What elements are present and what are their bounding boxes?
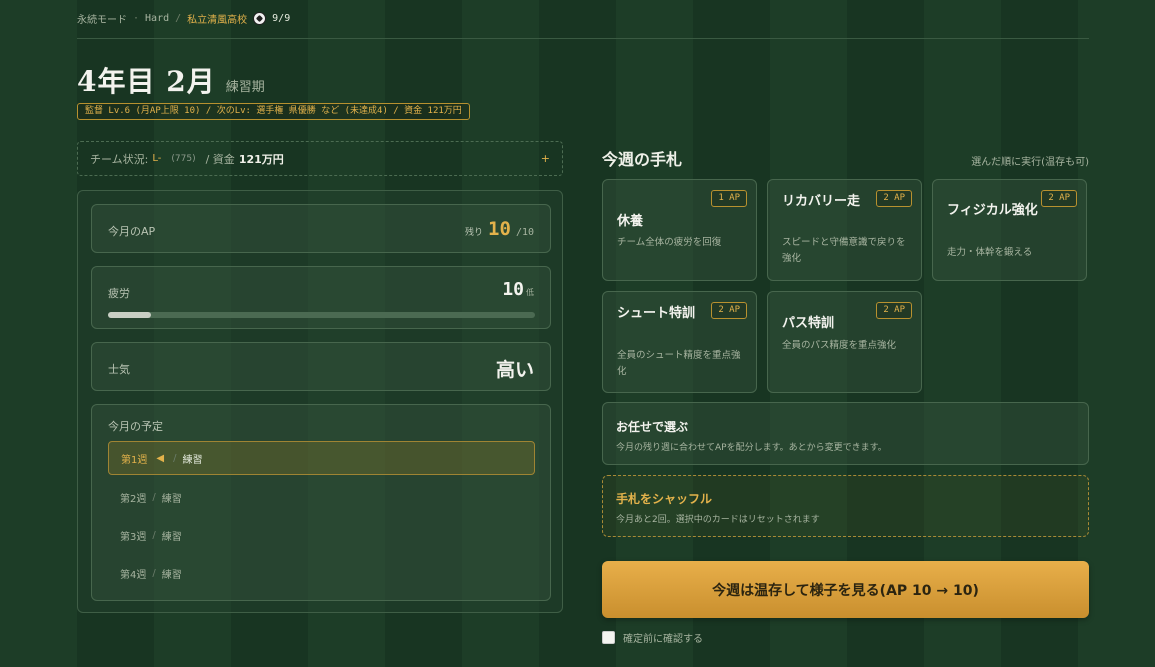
schedule-week-4[interactable]: 第4週 / 練習 [108, 556, 535, 590]
card-name: 休養 [617, 214, 644, 229]
card-cost-badge: 2 AP [711, 302, 747, 319]
schedule-label: 今月の予定 [108, 420, 163, 433]
week-separator: / [152, 529, 156, 541]
card-cost-badge: 2 AP [1041, 190, 1077, 207]
card-description: スピードと守備意識で戻りを強化 [782, 237, 906, 264]
fatigue-value: 10 [502, 279, 524, 300]
week-activity: 練習 [182, 454, 203, 466]
week-label: 第2週 [120, 493, 147, 505]
confirm-checkbox[interactable] [602, 631, 615, 644]
card-name: リカバリー走 [782, 194, 861, 209]
week-activity: 練習 [161, 493, 182, 505]
fatigue-unit: 低 [526, 288, 534, 297]
fatigue-bar-fill [108, 312, 151, 318]
schedule-week-1[interactable]: 第1週 ◀ / 練習 [108, 441, 535, 475]
school-name[interactable]: 私立清風高校 [187, 11, 247, 26]
soccer-ball-icon [253, 11, 267, 25]
morale-card: 士気 高い [91, 342, 551, 391]
ap-remaining: 10 [488, 218, 511, 240]
ap-total: /10 [515, 227, 534, 238]
card-rest[interactable]: 1 AP 休養 チーム全体の疲労を回復 [602, 179, 757, 281]
progress-count: 9/9 [272, 12, 291, 24]
card-recovery-run[interactable]: 2 AP リカバリー走 スピードと守備意識で戻りを強化 [767, 179, 922, 281]
card-description: 走力・体幹を鍛える [947, 247, 1033, 258]
week-separator: / [173, 452, 177, 464]
money-label: / 資金 [205, 152, 235, 166]
card-description: チーム全体の疲労を回復 [617, 237, 722, 248]
separator-dot: · [133, 12, 140, 24]
card-shooting-drill[interactable]: 2 AP シュート特訓 全員のシュート精度を重点強化 [602, 291, 757, 393]
ap-label: 今月のAP [108, 225, 156, 238]
card-cost-badge: 1 AP [711, 190, 747, 207]
team-rating: (775) [171, 153, 196, 164]
schedule-week-2[interactable]: 第2週 / 練習 [108, 480, 535, 514]
team-status-toggle[interactable]: チーム状況: L- (775) / 資金 121万円 + [77, 141, 563, 176]
morale-label: 士気 [108, 363, 130, 376]
week-separator: / [152, 567, 156, 579]
shuffle-hand-button[interactable]: 手札をシャッフル 今月あと2回。選択中のカードはリセットされます [602, 475, 1089, 537]
page-title: 4年目 2月 [77, 65, 216, 98]
game-screen: 永続モード · Hard / 私立清風高校 9/9 4年目 2月 練習期 監督 … [77, 0, 1089, 667]
hand-note: 選んだ順に実行(温存も可) [971, 157, 1089, 168]
week-separator: / [152, 491, 156, 503]
expand-icon[interactable]: + [541, 152, 550, 165]
fatigue-card: 疲労 10 低 [91, 266, 551, 329]
rest-week-button[interactable]: 今週は温存して様子を見る(AP 10 → 10) [602, 561, 1089, 618]
schedule-card: 今月の予定 第1週 ◀ / 練習 第2週 / 練習 第3週 / 練習 第4週 /… [91, 404, 551, 601]
breadcrumb: 永続モード · Hard / 私立清風高校 9/9 [77, 10, 290, 26]
money-value: 121万円 [238, 152, 284, 166]
card-name: パス特訓 [782, 316, 835, 331]
manager-level-badge: 監督 Lv.6 (月AP上限 10) / 次のLv: 選手権 県優勝 など (未… [77, 103, 470, 120]
week-label: 第3週 [120, 531, 147, 543]
fatigue-bar [108, 312, 535, 318]
fatigue-label: 疲労 [108, 287, 130, 300]
page-title-row: 4年目 2月 練習期 [77, 60, 265, 100]
week-label: 第4週 [120, 569, 147, 581]
ap-value: 残り 10 /10 [465, 218, 534, 240]
shuffle-description: 今月あと2回。選択中のカードはリセットされます [616, 515, 820, 525]
confirm-before-commit[interactable]: 確定前に確認する [602, 630, 703, 645]
card-cost-badge: 2 AP [876, 190, 912, 207]
card-physical-training[interactable]: 2 AP フィジカル強化 走力・体幹を鍛える [932, 179, 1087, 281]
auto-select-title: お任せで選ぶ [616, 420, 689, 434]
card-description: 全員のパス精度を重点強化 [782, 340, 897, 351]
confirm-label: 確定前に確認する [623, 634, 703, 645]
status-panel: 今月のAP 残り 10 /10 疲労 10 低 士気 高い 今月の予定 第1週 … [77, 190, 563, 613]
auto-select-description: 今月の残り週に合わせてAPを配分します。あとから変更できます。 [616, 443, 887, 453]
header-divider [77, 38, 1089, 39]
morale-value: 高い [495, 359, 534, 381]
card-name: シュート特訓 [617, 306, 696, 321]
team-level: L- [152, 153, 162, 164]
current-week-icon: ◀ [156, 452, 165, 464]
card-passing-drill[interactable]: 2 AP パス特訓 全員のパス精度を重点強化 [767, 291, 922, 393]
difficulty-label: Hard [145, 12, 170, 24]
card-description: 全員のシュート精度を重点強化 [617, 350, 741, 377]
hand-title: 今週の手札 [602, 150, 683, 169]
week-label: 第1週 [121, 454, 148, 466]
mode-label: 永続モード [77, 14, 127, 26]
ap-card: 今月のAP 残り 10 /10 [91, 204, 551, 253]
separator-slash: / [175, 12, 182, 24]
schedule-week-3[interactable]: 第3週 / 練習 [108, 518, 535, 552]
card-cost-badge: 2 AP [876, 302, 912, 319]
week-activity: 練習 [161, 569, 182, 581]
card-name: フィジカル強化 [947, 203, 1038, 218]
ap-remaining-label: 残り [465, 228, 484, 238]
team-status-label: チーム状況: [90, 152, 149, 166]
auto-select-button[interactable]: お任せで選ぶ 今月の残り週に合わせてAPを配分します。あとから変更できます。 [602, 402, 1089, 465]
phase-label: 練習期 [225, 80, 265, 95]
shuffle-title: 手札をシャッフル [616, 492, 713, 506]
fatigue-value-group: 10 低 [502, 279, 534, 300]
week-activity: 練習 [161, 531, 182, 543]
